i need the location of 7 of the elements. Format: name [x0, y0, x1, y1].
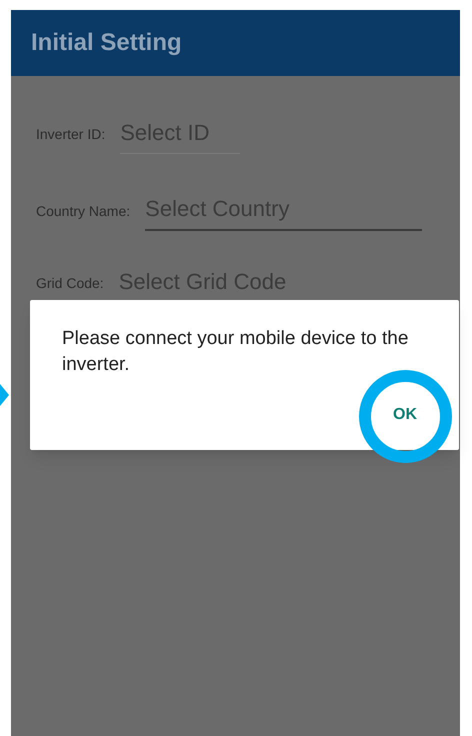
field-label: Country Name:	[36, 202, 130, 221]
dialog-message: Please connect your mobile device to the inverter.	[62, 327, 410, 377]
field-label: Inverter ID:	[36, 125, 106, 144]
field-label: Grid Code:	[36, 274, 104, 293]
app-bar-title: Initial Setting	[31, 28, 182, 58]
arrow-tip-icon	[0, 384, 9, 406]
ok-button[interactable]: OK	[385, 398, 425, 432]
